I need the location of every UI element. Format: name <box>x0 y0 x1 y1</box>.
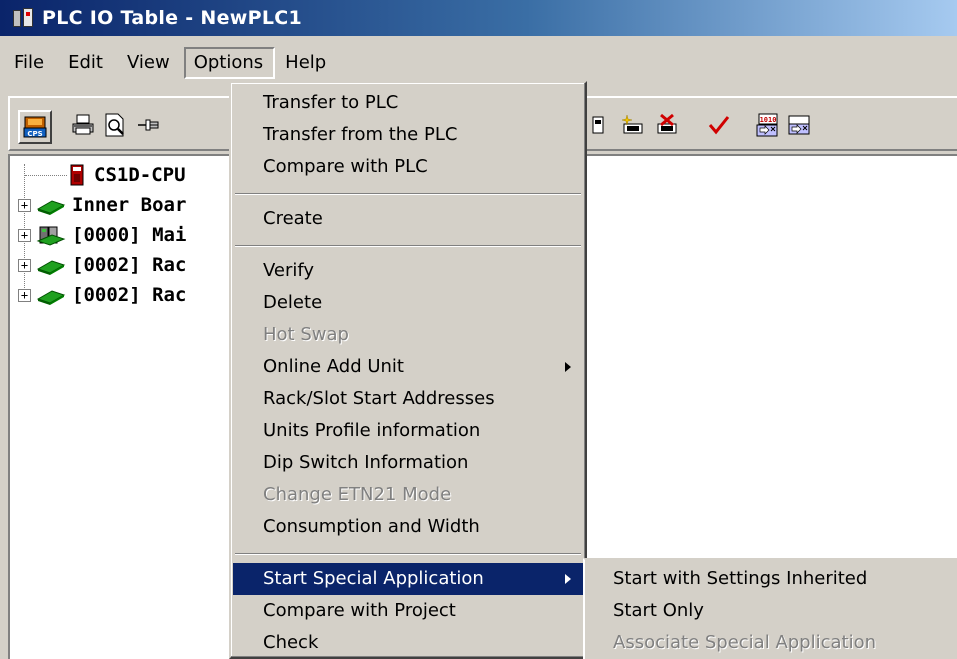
rack-icon <box>36 290 66 305</box>
menu-separator <box>235 553 581 555</box>
tree-node-label: Inner Boar <box>72 194 187 216</box>
menu-item-units-profile[interactable]: Units Profile information <box>233 415 583 447</box>
plc-app-icon <box>10 5 36 31</box>
cpu-icon <box>70 164 84 186</box>
menu-item-consumption-width[interactable]: Consumption and Width <box>233 511 583 543</box>
menu-separator <box>235 193 581 195</box>
menu-item-hot-swap: Hot Swap <box>263 324 349 345</box>
options-menu: Transfer to PLC Transfer from the PLC Co… <box>229 81 587 659</box>
menu-options[interactable]: Options <box>183 47 276 79</box>
title-bar[interactable]: PLC IO Table - NewPLC1 <box>0 0 957 36</box>
add-unit-button[interactable] <box>618 110 652 144</box>
submenu-item-start-only[interactable]: Start Only <box>585 595 957 627</box>
submenu-arrow-icon <box>565 574 571 584</box>
svg-text:1010: 1010 <box>760 116 777 124</box>
menu-item-dip-switch[interactable]: Dip Switch Information <box>233 447 583 479</box>
transfer-binary-button[interactable]: 1010 <box>752 110 786 144</box>
check-icon <box>708 116 730 135</box>
menu-edit[interactable]: Edit <box>58 47 117 79</box>
submenu-item-associate-special: Associate Special Application <box>613 632 877 653</box>
menu-item-check[interactable]: Check <box>233 627 583 659</box>
menu-item-transfer-to-plc[interactable]: Transfer to PLC <box>233 87 583 119</box>
menu-file[interactable]: File <box>4 47 58 79</box>
print-preview-icon <box>105 113 124 137</box>
window-title: PLC IO Table - NewPLC1 <box>42 7 303 29</box>
expand-toggle[interactable]: + <box>18 259 31 272</box>
tree-node-label: CS1D-CPU <box>94 164 186 186</box>
menu-item-compare-with-project[interactable]: Compare with Project <box>233 595 583 627</box>
printer-icon <box>72 114 94 135</box>
expand-toggle[interactable]: + <box>18 289 31 302</box>
transfer-icon <box>788 115 810 135</box>
menu-item-create[interactable]: Create <box>233 203 583 235</box>
delete-unit-button[interactable] <box>652 110 686 144</box>
menu-item-online-add-unit[interactable]: Online Add Unit <box>233 351 583 383</box>
expand-toggle[interactable]: + <box>18 229 31 242</box>
menu-item-start-special-app[interactable]: Start Special Application <box>233 563 583 595</box>
check-button[interactable] <box>704 110 738 144</box>
tree-connector <box>25 175 67 176</box>
svg-text:CPS: CPS <box>27 130 42 138</box>
tree-node-rack[interactable]: [0002] Rac <box>36 250 186 280</box>
menu-item-transfer-from-plc[interactable]: Transfer from the PLC <box>233 119 583 151</box>
tree-node-label: [0002] Rac <box>72 284 187 306</box>
menu-item-delete[interactable]: Delete <box>233 287 583 319</box>
add-unit-icon <box>621 114 643 134</box>
menu-item-label: Start Special Application <box>263 568 484 589</box>
menu-bar: File Edit View Options Help <box>0 45 957 81</box>
expand-toggle[interactable]: + <box>18 199 31 212</box>
delete-unit-icon <box>657 113 677 134</box>
tree-node-rack[interactable]: [0002] Rac <box>36 280 186 310</box>
pin-button[interactable] <box>134 110 168 144</box>
cps-button[interactable]: CPS <box>18 110 52 144</box>
menu-view[interactable]: View <box>117 47 184 79</box>
menu-item-change-etn21: Change ETN21 Mode <box>263 484 452 505</box>
unit-icon <box>592 116 604 134</box>
menu-item-rack-slot-start[interactable]: Rack/Slot Start Addresses <box>233 383 583 415</box>
tree-node-cpu[interactable]: CS1D-CPU <box>66 160 186 190</box>
submenu-arrow-icon <box>565 362 571 372</box>
print-button[interactable] <box>68 110 102 144</box>
menu-item-verify[interactable]: Verify <box>233 255 583 287</box>
unit-button[interactable] <box>588 110 622 144</box>
tree-node-main-rack[interactable]: [0000] Mai <box>36 220 186 250</box>
tree-node-label: [0000] Mai <box>72 224 187 246</box>
board-icon <box>36 200 66 215</box>
main-rack-icon <box>36 226 66 246</box>
menu-separator <box>235 245 581 247</box>
menu-item-compare-with-plc[interactable]: Compare with PLC <box>233 151 583 183</box>
transfer-button[interactable] <box>784 110 818 144</box>
rack-icon <box>36 260 66 275</box>
start-special-app-submenu: Start with Settings Inherited Start Only… <box>583 558 957 659</box>
tree-node-label: [0002] Rac <box>72 254 187 276</box>
tree-node-inner-board[interactable]: Inner Boar <box>36 190 186 220</box>
menu-help[interactable]: Help <box>275 47 340 79</box>
transfer-binary-icon: 1010 <box>756 113 778 137</box>
menu-item-label: Online Add Unit <box>263 356 404 377</box>
cps-icon: CPS <box>23 116 47 138</box>
submenu-item-start-with-settings[interactable]: Start with Settings Inherited <box>585 563 957 595</box>
print-preview-button[interactable] <box>100 110 134 144</box>
pin-icon <box>138 119 159 131</box>
